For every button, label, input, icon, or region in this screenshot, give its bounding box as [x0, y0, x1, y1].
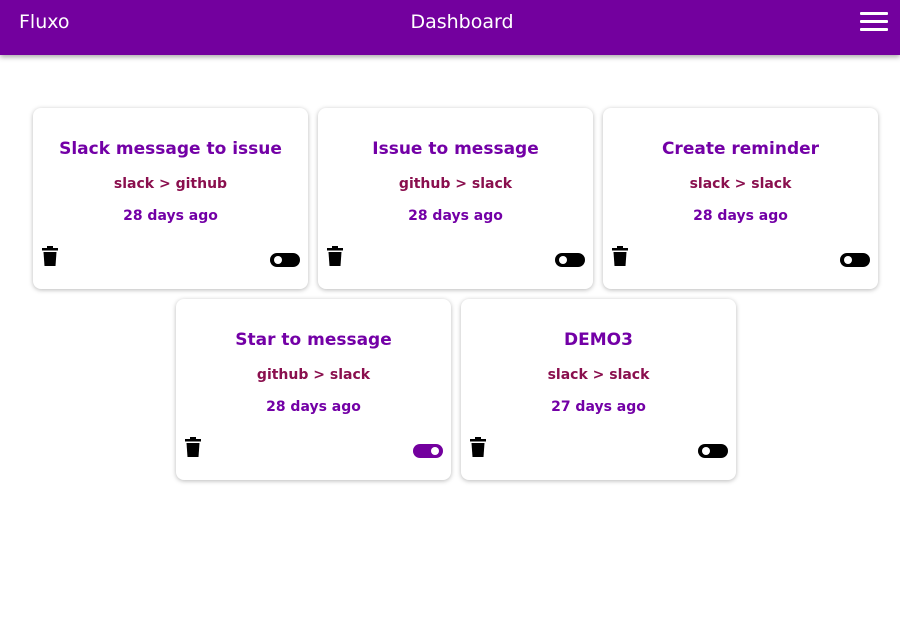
trash-icon[interactable]	[612, 246, 628, 266]
toggle-knob	[431, 447, 439, 455]
workflow-card: Slack message to issue slack > github 28…	[33, 108, 308, 289]
card-title: Star to message	[235, 330, 392, 350]
toggle-knob	[844, 256, 852, 264]
workflow-card: DEMO3 slack > slack 27 days ago	[461, 299, 736, 480]
card-timestamp: 27 days ago	[551, 399, 646, 415]
trash-icon[interactable]	[470, 437, 486, 457]
card-route: github > slack	[256, 367, 371, 383]
toggle-knob	[702, 447, 710, 455]
top-app-bar: Fluxo Dashboard	[0, 0, 900, 55]
card-timestamp: 28 days ago	[408, 208, 503, 224]
card-timestamp: 28 days ago	[266, 399, 361, 415]
enable-toggle[interactable]	[413, 444, 443, 458]
workflow-card: Create reminder slack > slack 28 days ag…	[603, 108, 878, 289]
card-route: slack > slack	[547, 367, 650, 383]
trash-icon[interactable]	[42, 246, 58, 266]
trash-icon[interactable]	[327, 246, 343, 266]
card-title: DEMO3	[564, 330, 633, 350]
enable-toggle[interactable]	[840, 253, 870, 267]
enable-toggle[interactable]	[555, 253, 585, 267]
enable-toggle[interactable]	[270, 253, 300, 267]
card-title: Issue to message	[372, 139, 539, 159]
workflow-card: Star to message github > slack 28 days a…	[176, 299, 451, 480]
hamburger-menu-icon[interactable]	[860, 12, 890, 32]
card-timestamp: 28 days ago	[693, 208, 788, 224]
enable-toggle[interactable]	[698, 444, 728, 458]
card-route: slack > slack	[689, 176, 792, 192]
card-timestamp: 28 days ago	[123, 208, 218, 224]
card-route: slack > github	[113, 176, 228, 192]
card-route: github > slack	[398, 176, 513, 192]
card-title: Slack message to issue	[59, 139, 282, 159]
card-title: Create reminder	[661, 139, 820, 159]
workflow-card: Issue to message github > slack 28 days …	[318, 108, 593, 289]
toggle-knob	[559, 256, 567, 264]
trash-icon[interactable]	[185, 437, 201, 457]
toggle-knob	[274, 256, 282, 264]
page-title: Dashboard	[410, 11, 514, 33]
